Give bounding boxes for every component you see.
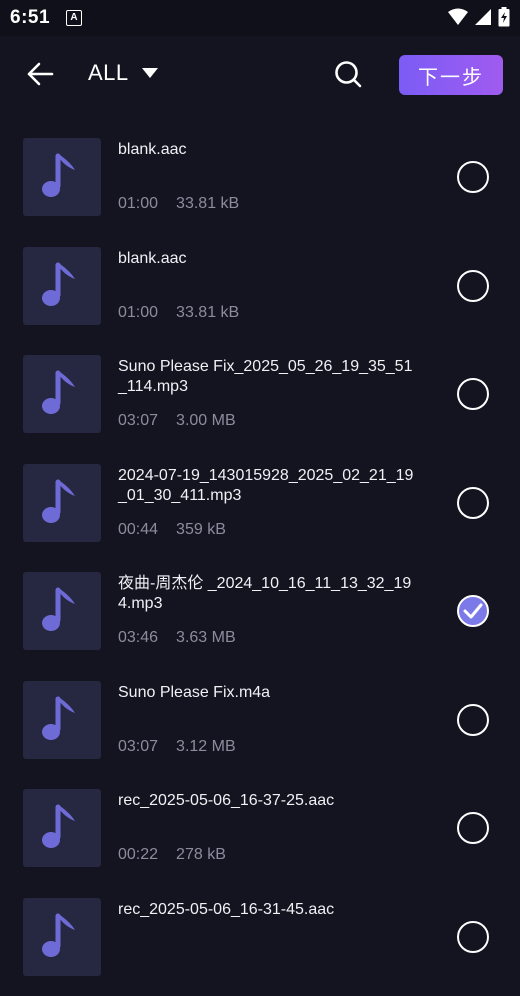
- select-checkbox[interactable]: [457, 269, 489, 302]
- dropdown-triangle-icon: [141, 68, 158, 78]
- file-thumbnail: [23, 355, 101, 433]
- filter-dropdown[interactable]: ALL: [88, 60, 159, 86]
- selected-checkbox[interactable]: [457, 595, 489, 627]
- search-icon[interactable]: [332, 58, 364, 90]
- music-note-icon: [42, 153, 75, 197]
- checkmark-icon: [463, 603, 483, 619]
- music-note-icon: [42, 262, 75, 306]
- file-meta: 00:44 359 kB: [118, 521, 226, 539]
- file-name: 夜曲-周杰伦 _2024_10_16_11_13_32_194.mp3: [118, 575, 412, 612]
- file-size: 3.00 MB: [176, 412, 236, 429]
- file-row[interactable]: rec_2025-05-06_16-31-45.aac: [0, 888, 520, 996]
- file-size: 278 kB: [176, 846, 226, 863]
- file-row[interactable]: rec_2025-05-06_16-37-25.aac 00:22 278 kB: [0, 779, 520, 887]
- music-note-icon: [42, 804, 75, 848]
- music-note-icon: [42, 587, 75, 631]
- select-checkbox[interactable]: [457, 378, 489, 410]
- back-arrow-icon[interactable]: [24, 58, 56, 90]
- file-duration: 01:00: [118, 195, 159, 212]
- file-row[interactable]: blank.aac 01:00 33.81 kB: [0, 237, 520, 345]
- select-checkbox[interactable]: [457, 161, 489, 193]
- file-size: 33.81 kB: [176, 303, 240, 321]
- file-duration: 01:00: [118, 303, 159, 321]
- music-note-icon: [42, 370, 75, 414]
- file-name: Suno Please Fix_2025_05_26_19_35_51_114.…: [118, 358, 413, 395]
- file-duration: 03:07: [118, 412, 159, 429]
- file-meta: 01:00 33.81 kB: [118, 195, 239, 213]
- file-duration: 03:07: [118, 737, 159, 755]
- notification-icon: A: [66, 10, 82, 26]
- file-row[interactable]: Suno Please Fix.m4a 03:07 3.12 MB: [0, 671, 520, 779]
- file-thumbnail: [23, 463, 101, 542]
- file-name: blank.aac: [118, 249, 187, 267]
- select-checkbox[interactable]: [457, 920, 489, 953]
- file-meta: 03:46 3.63 MB: [118, 629, 236, 647]
- filter-label: ALL: [88, 60, 129, 85]
- file-thumbnail: [23, 680, 101, 759]
- music-note-icon: [42, 696, 75, 740]
- select-checkbox[interactable]: [457, 486, 489, 519]
- status-time: 6:51: [10, 7, 51, 28]
- battery-icon: [498, 7, 510, 27]
- file-duration: 00:44: [118, 520, 159, 538]
- file-size: 33.81 kB: [176, 195, 240, 212]
- file-size: 359 kB: [176, 520, 226, 538]
- file-row[interactable]: Suno Please Fix_2025_05_26_19_35_51_114.…: [0, 345, 520, 453]
- file-name: rec_2025-05-06_16-31-45.aac: [118, 900, 335, 918]
- app-bar: ALL 下一步: [0, 36, 520, 116]
- file-name: 2024-07-19_143015928_2025_02_21_19_01_30…: [118, 466, 414, 504]
- music-note-icon: [42, 479, 75, 523]
- file-size: 3.63 MB: [176, 629, 236, 646]
- wifi-icon: [448, 8, 468, 25]
- select-checkbox[interactable]: [457, 703, 489, 736]
- file-name: rec_2025-05-06_16-37-25.aac: [118, 792, 335, 809]
- file-meta: 00:22 278 kB: [118, 846, 226, 864]
- file-thumbnail: [23, 572, 101, 650]
- file-duration: 03:46: [118, 629, 159, 646]
- file-row[interactable]: 2024-07-19_143015928_2025_02_21_19_01_30…: [0, 454, 520, 562]
- status-bar: 6:51 A: [0, 0, 520, 36]
- status-icons: [448, 7, 510, 27]
- file-thumbnail: [23, 897, 101, 976]
- select-checkbox[interactable]: [457, 812, 489, 844]
- file-row[interactable]: blank.aac 01:00 33.81 kB: [0, 128, 520, 236]
- file-name: Suno Please Fix.m4a: [118, 683, 271, 701]
- file-duration: 00:22: [118, 846, 159, 863]
- file-thumbnail: [23, 246, 101, 325]
- file-thumbnail: [23, 789, 101, 867]
- file-row[interactable]: 夜曲-周杰伦 _2024_10_16_11_13_32_194.mp3 03:46…: [0, 562, 520, 670]
- next-step-button[interactable]: 下一步: [399, 55, 503, 95]
- file-meta: 03:07 3.12 MB: [118, 738, 236, 756]
- file-size: 3.12 MB: [176, 737, 236, 755]
- file-name: blank.aac: [118, 141, 187, 158]
- file-meta: 03:07 3.00 MB: [118, 412, 236, 430]
- music-note-icon: [42, 913, 75, 957]
- signal-icon: [475, 9, 491, 25]
- file-meta: 01:00 33.81 kB: [118, 304, 239, 322]
- file-thumbnail: [23, 138, 101, 216]
